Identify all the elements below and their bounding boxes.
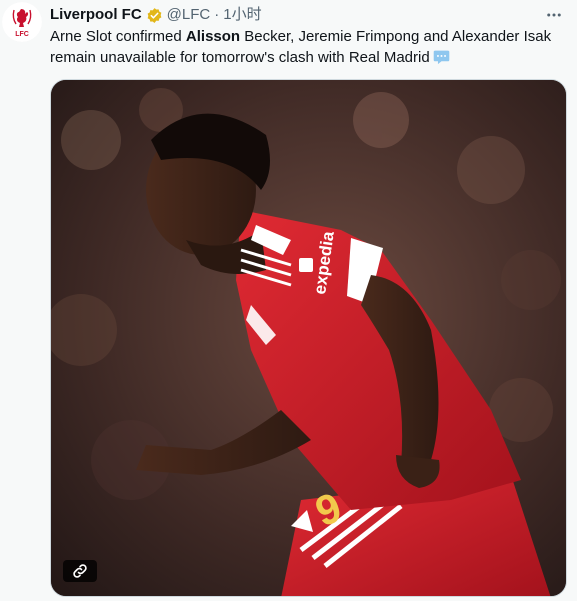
timestamp[interactable]: 1小时 [223,4,261,26]
account-name[interactable]: Liverpool FC [50,4,142,26]
player-photo: 9 expedia [51,80,566,596]
account-handle[interactable]: @LFC [167,4,211,26]
avatar[interactable]: LFC [2,2,42,42]
tweet-text: Arne Slot confirmed Alisson Becker, Jere… [50,26,570,71]
tweet-card[interactable]: LFC Liverpool FC @LFC · 1小时 Arne Slot co… [0,0,577,601]
separator-dot: · [214,6,220,23]
tweet-photo[interactable]: 9 expedia [50,79,567,597]
tweet-text-bold: Alisson [185,28,241,45]
crest-text: LFC [15,31,29,38]
tweet-header: Liverpool FC @LFC · 1小时 [50,4,557,26]
verified-badge-icon [146,7,163,24]
link-chip[interactable] [63,560,97,582]
more-options-icon[interactable] [543,4,565,26]
link-icon [73,564,87,578]
lfc-crest-icon: LFC [2,2,42,42]
tweet-text-part1: Arne Slot confirmed [50,28,186,45]
speech-bubble-icon [433,49,450,71]
